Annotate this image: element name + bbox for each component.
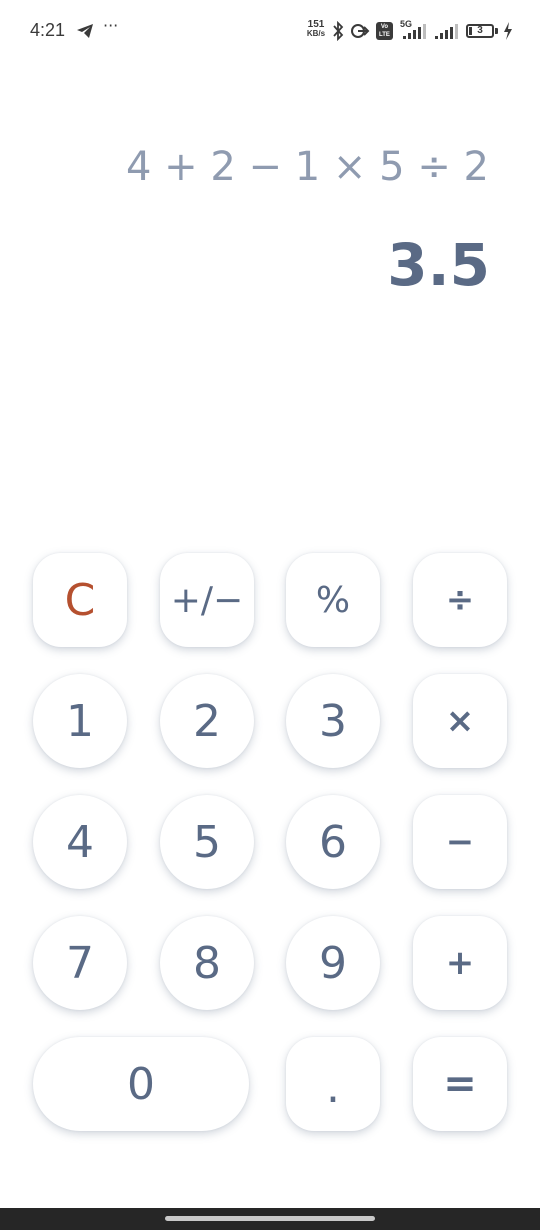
calculator-screen: 4:21 ··· 151 KB/s Vo LTE 5G 3 4 + 2 − 1 …	[0, 0, 540, 1230]
navigation-bar	[0, 1208, 540, 1230]
digit-6-button[interactable]: 6	[286, 795, 380, 889]
digit-1-button[interactable]: 1	[33, 674, 127, 768]
network-speed-unit: KB/s	[306, 29, 326, 38]
digit-8-button[interactable]: 8	[160, 916, 254, 1010]
multiply-button[interactable]: ×	[413, 674, 507, 768]
divide-button[interactable]: ÷	[413, 553, 507, 647]
digit-9-button[interactable]: 9	[286, 916, 380, 1010]
home-indicator[interactable]	[165, 1216, 375, 1221]
digit-5-button[interactable]: 5	[160, 795, 254, 889]
plus-button[interactable]: +	[413, 916, 507, 1010]
digit-7-button[interactable]: 7	[33, 916, 127, 1010]
status-time: 4:21	[30, 20, 66, 40]
charging-icon	[504, 22, 512, 40]
minus-button[interactable]: −	[413, 795, 507, 889]
clear-button[interactable]: C	[33, 553, 127, 647]
network-speed-value: 151	[307, 19, 325, 30]
link-icon	[351, 24, 370, 38]
volte-icon: Vo LTE	[376, 22, 393, 40]
battery-tip	[495, 28, 498, 34]
digit-4-button[interactable]: 4	[33, 795, 127, 889]
battery-icon: 3	[466, 24, 494, 38]
digit-3-button[interactable]: 3	[286, 674, 380, 768]
equals-button[interactable]: =	[413, 1037, 507, 1131]
status-bar: 4:21 ··· 151 KB/s Vo LTE 5G 3	[0, 0, 540, 64]
decimal-button[interactable]: .	[286, 1037, 380, 1131]
signal-icon	[403, 24, 426, 39]
percent-button[interactable]: %	[286, 553, 380, 647]
telegram-icon	[77, 24, 93, 38]
bluetooth-icon	[333, 21, 344, 41]
more-notifications-icon: ···	[103, 16, 119, 35]
volte-label: Vo LTE	[379, 24, 390, 38]
battery-level: 3	[477, 25, 483, 36]
result-display: 3.5	[387, 231, 490, 299]
network-speed: 151 KB/s	[304, 19, 328, 39]
digit-2-button[interactable]: 2	[160, 674, 254, 768]
signal-icon	[435, 24, 458, 39]
toggle-sign-button[interactable]: +/−	[160, 553, 254, 647]
digit-0-button[interactable]: 0	[33, 1037, 249, 1131]
expression-display: 4 + 2 − 1 × 5 ÷ 2	[125, 144, 490, 190]
